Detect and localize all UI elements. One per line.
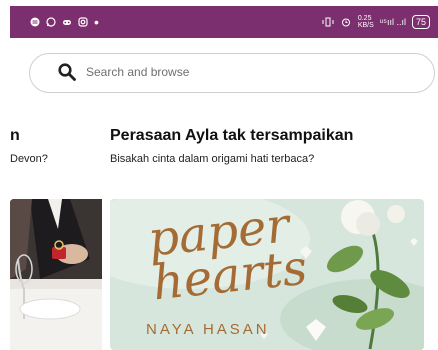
alarm-icon <box>341 18 350 27</box>
card-title-left[interactable]: n <box>10 127 20 145</box>
instagram-icon <box>78 17 88 27</box>
vibrate-icon <box>322 17 334 27</box>
cover-title-line-2: hearts <box>149 239 310 312</box>
more-notifications-dot: • <box>94 14 99 30</box>
cover-title: paper hearts <box>145 197 310 312</box>
card-title-right[interactable]: Perasaan Ayla tak tersampaikan <box>110 127 353 145</box>
card-subtitle-right: Bisakah cinta dalam origami hati terbaca… <box>110 153 315 165</box>
search-placeholder: Search and browse <box>86 65 190 79</box>
notification-icons: • <box>30 14 99 30</box>
search-icon <box>58 63 76 81</box>
messages-icon <box>30 17 40 27</box>
system-indicators: 0.25 KB/S ᵘ⁵ııl ..ıl 75 <box>322 6 430 38</box>
whatsapp-icon <box>46 17 56 27</box>
signal-strength: ᵘ⁵ııl ..ıl <box>379 17 406 27</box>
battery-indicator: 75 <box>411 15 430 29</box>
status-bar: • 0.25 KB/S ᵘ⁵ııl ..ıl 75 <box>10 6 438 38</box>
card-subtitle-left: Devon? <box>10 153 48 165</box>
game-controller-icon <box>63 20 71 25</box>
dinner-scene-image <box>10 199 102 350</box>
card-image-left[interactable] <box>10 199 102 350</box>
cover-author: NAYA HASAN <box>146 321 270 338</box>
network-speed: 0.25 KB/S <box>357 15 374 29</box>
search-bar[interactable]: Search and browse <box>29 53 435 93</box>
